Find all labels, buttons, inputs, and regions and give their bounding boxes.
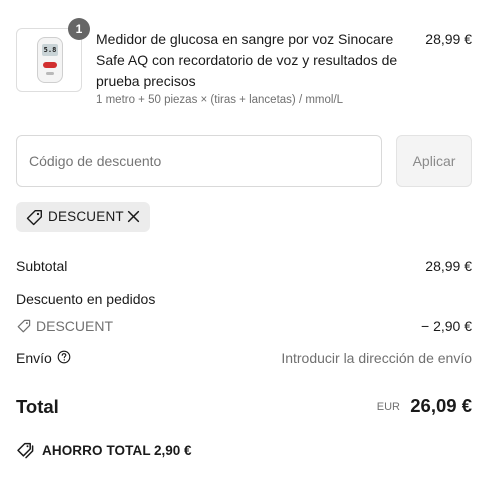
tag-icon — [17, 319, 31, 333]
total-savings-label: AHORRO TOTAL — [42, 443, 151, 458]
product-title: Medidor de glucosa en sangre por voz Sin… — [96, 31, 398, 89]
product-price: 28,99 € — [425, 31, 472, 47]
order-discount-label: Descuento en pedidos — [16, 291, 156, 307]
quantity-badge: 1 — [68, 18, 90, 40]
total-value: 26,09 € — [410, 395, 472, 416]
shipping-label: Envío — [16, 350, 52, 366]
tag-icon — [26, 210, 42, 226]
discount-code-label: DESCUENT — [36, 318, 114, 334]
glucose-meter-image: 5.8 — [37, 37, 63, 83]
subtotal-label: Subtotal — [16, 258, 68, 274]
info-icon[interactable] — [57, 350, 71, 364]
cart-line-item: 5.8 1 Medidor de glucosa en sangre por v… — [16, 18, 472, 118]
discount-code-input[interactable] — [16, 135, 382, 187]
meter-grey-button — [46, 72, 54, 75]
currency-code: EUR — [376, 401, 400, 413]
subtotal-value: 28,99 € — [425, 258, 472, 274]
shipping-value: Introducir la dirección de envío — [281, 350, 472, 366]
double-tag-icon — [17, 442, 34, 459]
applied-discount-code: DESCUENT — [48, 209, 124, 224]
discount-value: − 2,90 € — [421, 318, 472, 334]
total-savings-value: 2,90 € — [154, 443, 192, 458]
meter-red-button — [43, 62, 57, 68]
product-variant: 1 metro + 50 piezas × (tiras + lancetas)… — [96, 94, 344, 106]
apply-discount-button[interactable]: Aplicar — [396, 135, 472, 187]
meter-screen-reading: 5.8 — [42, 44, 58, 56]
close-icon[interactable] — [127, 210, 140, 223]
applied-discount-chip: DESCUENT — [16, 202, 150, 232]
total-label: Total — [16, 396, 59, 417]
